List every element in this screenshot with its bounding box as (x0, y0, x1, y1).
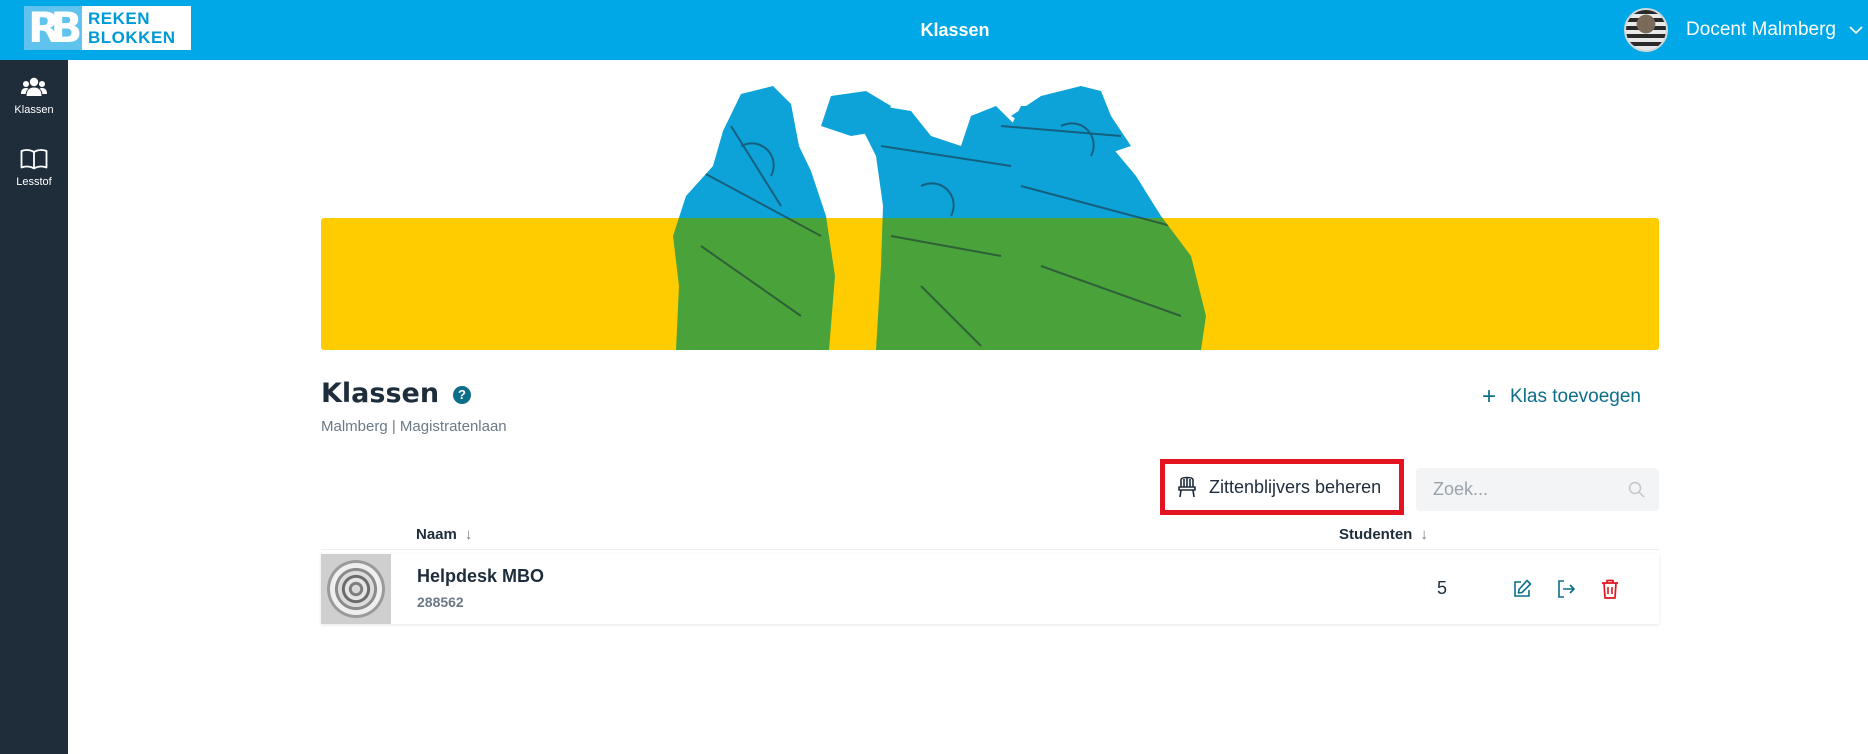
search-icon[interactable] (1628, 481, 1645, 498)
help-icon[interactable]: ? (453, 386, 471, 404)
manage-repeaters-label: Zittenblijvers beheren (1209, 476, 1382, 497)
column-header-naam[interactable]: Naam ↓ (416, 526, 472, 543)
exit-icon[interactable] (1555, 578, 1577, 600)
top-bar-title: Klassen (920, 20, 990, 40)
search-input[interactable] (1416, 468, 1659, 511)
add-class-label: Klas toevoegen (1510, 386, 1642, 407)
hero-banner (321, 86, 1659, 350)
chevron-down-icon[interactable] (1848, 22, 1864, 38)
class-name[interactable]: Helpdesk MBO (417, 566, 544, 587)
table-row[interactable]: Helpdesk MBO 288562 5 (321, 554, 1659, 624)
user-menu[interactable]: Docent Malmberg (1624, 0, 1868, 60)
sort-arrow-icon: ↓ (464, 526, 473, 543)
sidebar: Klassen Lesstof (0, 60, 68, 754)
banner-image (673, 86, 1206, 350)
sort-arrow-icon: ↓ (1420, 526, 1428, 543)
add-class-button[interactable]: + Klas toevoegen (1482, 383, 1642, 410)
class-code: 288562 (417, 594, 464, 610)
user-name[interactable]: Docent Malmberg (1686, 19, 1836, 41)
sidebar-item-label: Klassen (14, 104, 54, 116)
book-icon (20, 149, 48, 170)
users-icon (21, 77, 47, 96)
top-bar: RB REKEN BLOKKEN Klassen Docent Malmberg (0, 0, 1868, 60)
class-thumbnail (321, 554, 391, 624)
sidebar-item-label: Lesstof (16, 176, 52, 188)
avatar[interactable] (1624, 8, 1669, 52)
student-count: 5 (1437, 578, 1448, 598)
edit-icon[interactable] (1511, 578, 1533, 600)
manage-repeaters-button[interactable]: Zittenblijvers beheren (1160, 459, 1404, 515)
table-header: Naam ↓ Studenten ↓ (321, 520, 1659, 550)
trash-icon[interactable] (1599, 578, 1621, 600)
chair-icon (1178, 476, 1196, 498)
sidebar-item-lesstof[interactable]: Lesstof (0, 132, 68, 204)
page-title: Klassen (321, 378, 440, 409)
sidebar-item-klassen[interactable]: Klassen (0, 60, 68, 132)
plus-icon: + (1482, 383, 1497, 410)
school-subtitle: Malmberg | Magistratenlaan (321, 418, 507, 435)
search-box[interactable] (1416, 468, 1659, 511)
column-header-studenten[interactable]: Studenten ↓ (1339, 526, 1428, 543)
